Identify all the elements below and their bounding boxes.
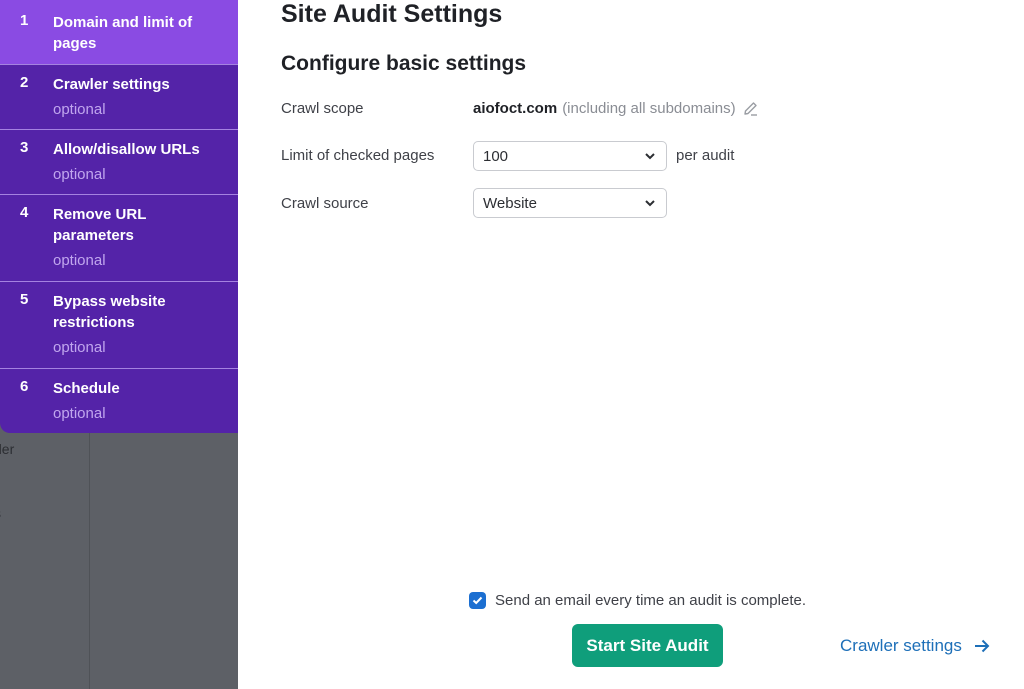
step-remove-url-parameters[interactable]: 4 Remove URL parameters optional (0, 195, 238, 282)
step-title: Bypass website restrictions (53, 293, 166, 331)
next-crawler-settings-link[interactable]: Crawler settings (840, 636, 990, 656)
step-number: 1 (20, 12, 29, 29)
step-schedule[interactable]: 6 Schedule optional (0, 369, 238, 433)
email-checkbox[interactable] (469, 592, 486, 609)
step-domain-and-limit[interactable]: 1 Domain and limit of pages (0, 0, 238, 65)
step-title: Schedule (53, 380, 120, 397)
section-title: Configure basic settings (281, 52, 527, 75)
pencil-icon[interactable] (742, 100, 759, 117)
email-checkbox-label: Send an email every time an audit is com… (495, 592, 806, 609)
email-notification-option[interactable]: Send an email every time an audit is com… (469, 592, 806, 609)
step-number: 6 (20, 378, 29, 395)
chevron-down-icon (645, 153, 655, 160)
background-text-fragment: der (0, 441, 15, 457)
step-number: 3 (20, 139, 29, 156)
settings-panel: Site Audit Settings Configure basic sett… (238, 0, 1024, 689)
crawl-scope-domain: aiofoct.com (473, 100, 558, 117)
step-optional-label: optional (53, 405, 106, 422)
page-title: Site Audit Settings (281, 0, 503, 28)
step-title: Remove URL parameters (53, 206, 147, 244)
crawl-source-label: Crawl source (281, 195, 369, 212)
settings-steps-nav: 1 Domain and limit of pages 2 Crawler se… (0, 0, 238, 433)
step-optional-label: optional (53, 252, 106, 269)
limit-select-value: 100 (483, 147, 509, 165)
limit-label: Limit of checked pages (281, 147, 435, 164)
step-title: Allow/disallow URLs (53, 141, 200, 158)
step-allow-disallow-urls[interactable]: 3 Allow/disallow URLs optional (0, 130, 238, 195)
step-optional-label: optional (53, 166, 106, 183)
start-site-audit-button[interactable]: Start Site Audit (572, 624, 723, 667)
per-audit-suffix: per audit (676, 147, 735, 164)
next-link-label: Crawler settings (840, 636, 962, 655)
crawl-scope-value: aiofoct.com (including all subdomains) (473, 100, 759, 117)
background-divider (89, 432, 90, 689)
check-icon (472, 596, 483, 605)
chevron-down-icon (645, 200, 655, 207)
background-text-fragment: s (0, 505, 1, 521)
step-optional-label: optional (53, 101, 106, 118)
step-crawler-settings[interactable]: 2 Crawler settings optional (0, 65, 238, 130)
crawl-scope-note: (including all subdomains) (562, 100, 736, 117)
step-bypass-website-restrictions[interactable]: 5 Bypass website restrictions optional (0, 282, 238, 369)
step-number: 2 (20, 74, 29, 91)
limit-select[interactable]: 100 (473, 141, 667, 171)
crawl-scope-label: Crawl scope (281, 100, 364, 117)
crawl-source-select[interactable]: Website (473, 188, 667, 218)
step-number: 4 (20, 204, 29, 221)
arrow-right-icon (974, 639, 990, 653)
step-title: Domain and limit of pages (53, 14, 193, 52)
crawl-source-select-value: Website (483, 194, 537, 212)
step-optional-label: optional (53, 339, 106, 356)
step-number: 5 (20, 291, 29, 308)
step-title: Crawler settings (53, 76, 170, 93)
